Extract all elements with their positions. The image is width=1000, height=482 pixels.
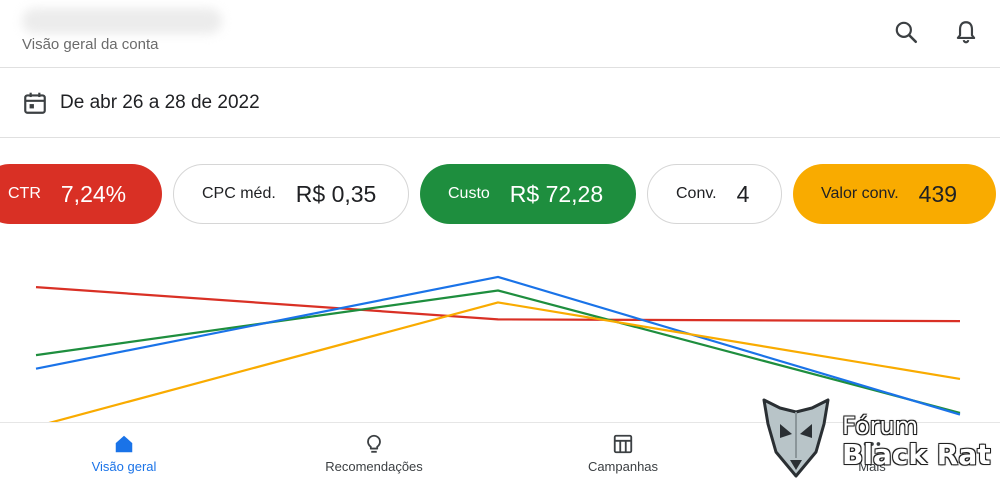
metric-conversions-chip[interactable]: Conv. 4 (647, 164, 782, 224)
watermark-line-2: Black Rat (842, 438, 991, 471)
metric-conversion-value-chip[interactable]: Valor conv. 439 (793, 164, 996, 224)
metric-label: Custo (448, 185, 490, 202)
metric-value: R$ 0,35 (295, 180, 377, 207)
date-range-label: De abr 26 a 28 de 2022 (60, 92, 260, 113)
metric-value: 439 (918, 180, 958, 207)
metric-ctr-chip[interactable]: CTR 7,24% (0, 164, 162, 224)
metric-cost-chip[interactable]: Custo R$ 72,28 (420, 164, 636, 224)
campaigns-icon (612, 433, 634, 455)
metric-value: R$ 72,28 (509, 180, 604, 207)
forum-watermark: Fórum Black Rat (756, 394, 996, 480)
redacted-account-name (22, 8, 222, 34)
search-icon[interactable] (890, 16, 922, 48)
metric-label: CPC méd. (202, 185, 276, 202)
metric-cpc-chip[interactable]: CPC méd. R$ 0,35 (173, 164, 409, 224)
nav-label: Visão geral (91, 459, 157, 474)
app-header: Visão geral da conta (0, 0, 1000, 68)
lightbulb-icon (363, 433, 385, 455)
metric-value: 4 (736, 180, 750, 207)
metric-value: 7,24% (60, 180, 127, 207)
nav-item-overview[interactable]: Visão geral (34, 433, 214, 474)
metric-label: CTR (8, 185, 41, 202)
date-range-row[interactable]: De abr 26 a 28 de 2022 (0, 68, 1000, 138)
nav-label: Recomendações (325, 459, 423, 474)
nav-item-recommendations[interactable]: Recomendações (284, 433, 464, 474)
calendar-icon (22, 90, 48, 116)
page-subtitle: Visão geral da conta (22, 36, 159, 53)
rat-logo-icon (762, 398, 830, 478)
nav-label: Campanhas (587, 459, 659, 474)
nav-item-campaigns[interactable]: Campanhas (533, 433, 713, 474)
bell-icon[interactable] (950, 16, 982, 48)
metric-label: Valor conv. (821, 185, 899, 202)
watermark-line-1: Fórum (842, 412, 919, 440)
metric-label: Conv. (676, 185, 717, 202)
home-icon (113, 433, 135, 455)
chart-series-line-0 (35, 286, 961, 323)
